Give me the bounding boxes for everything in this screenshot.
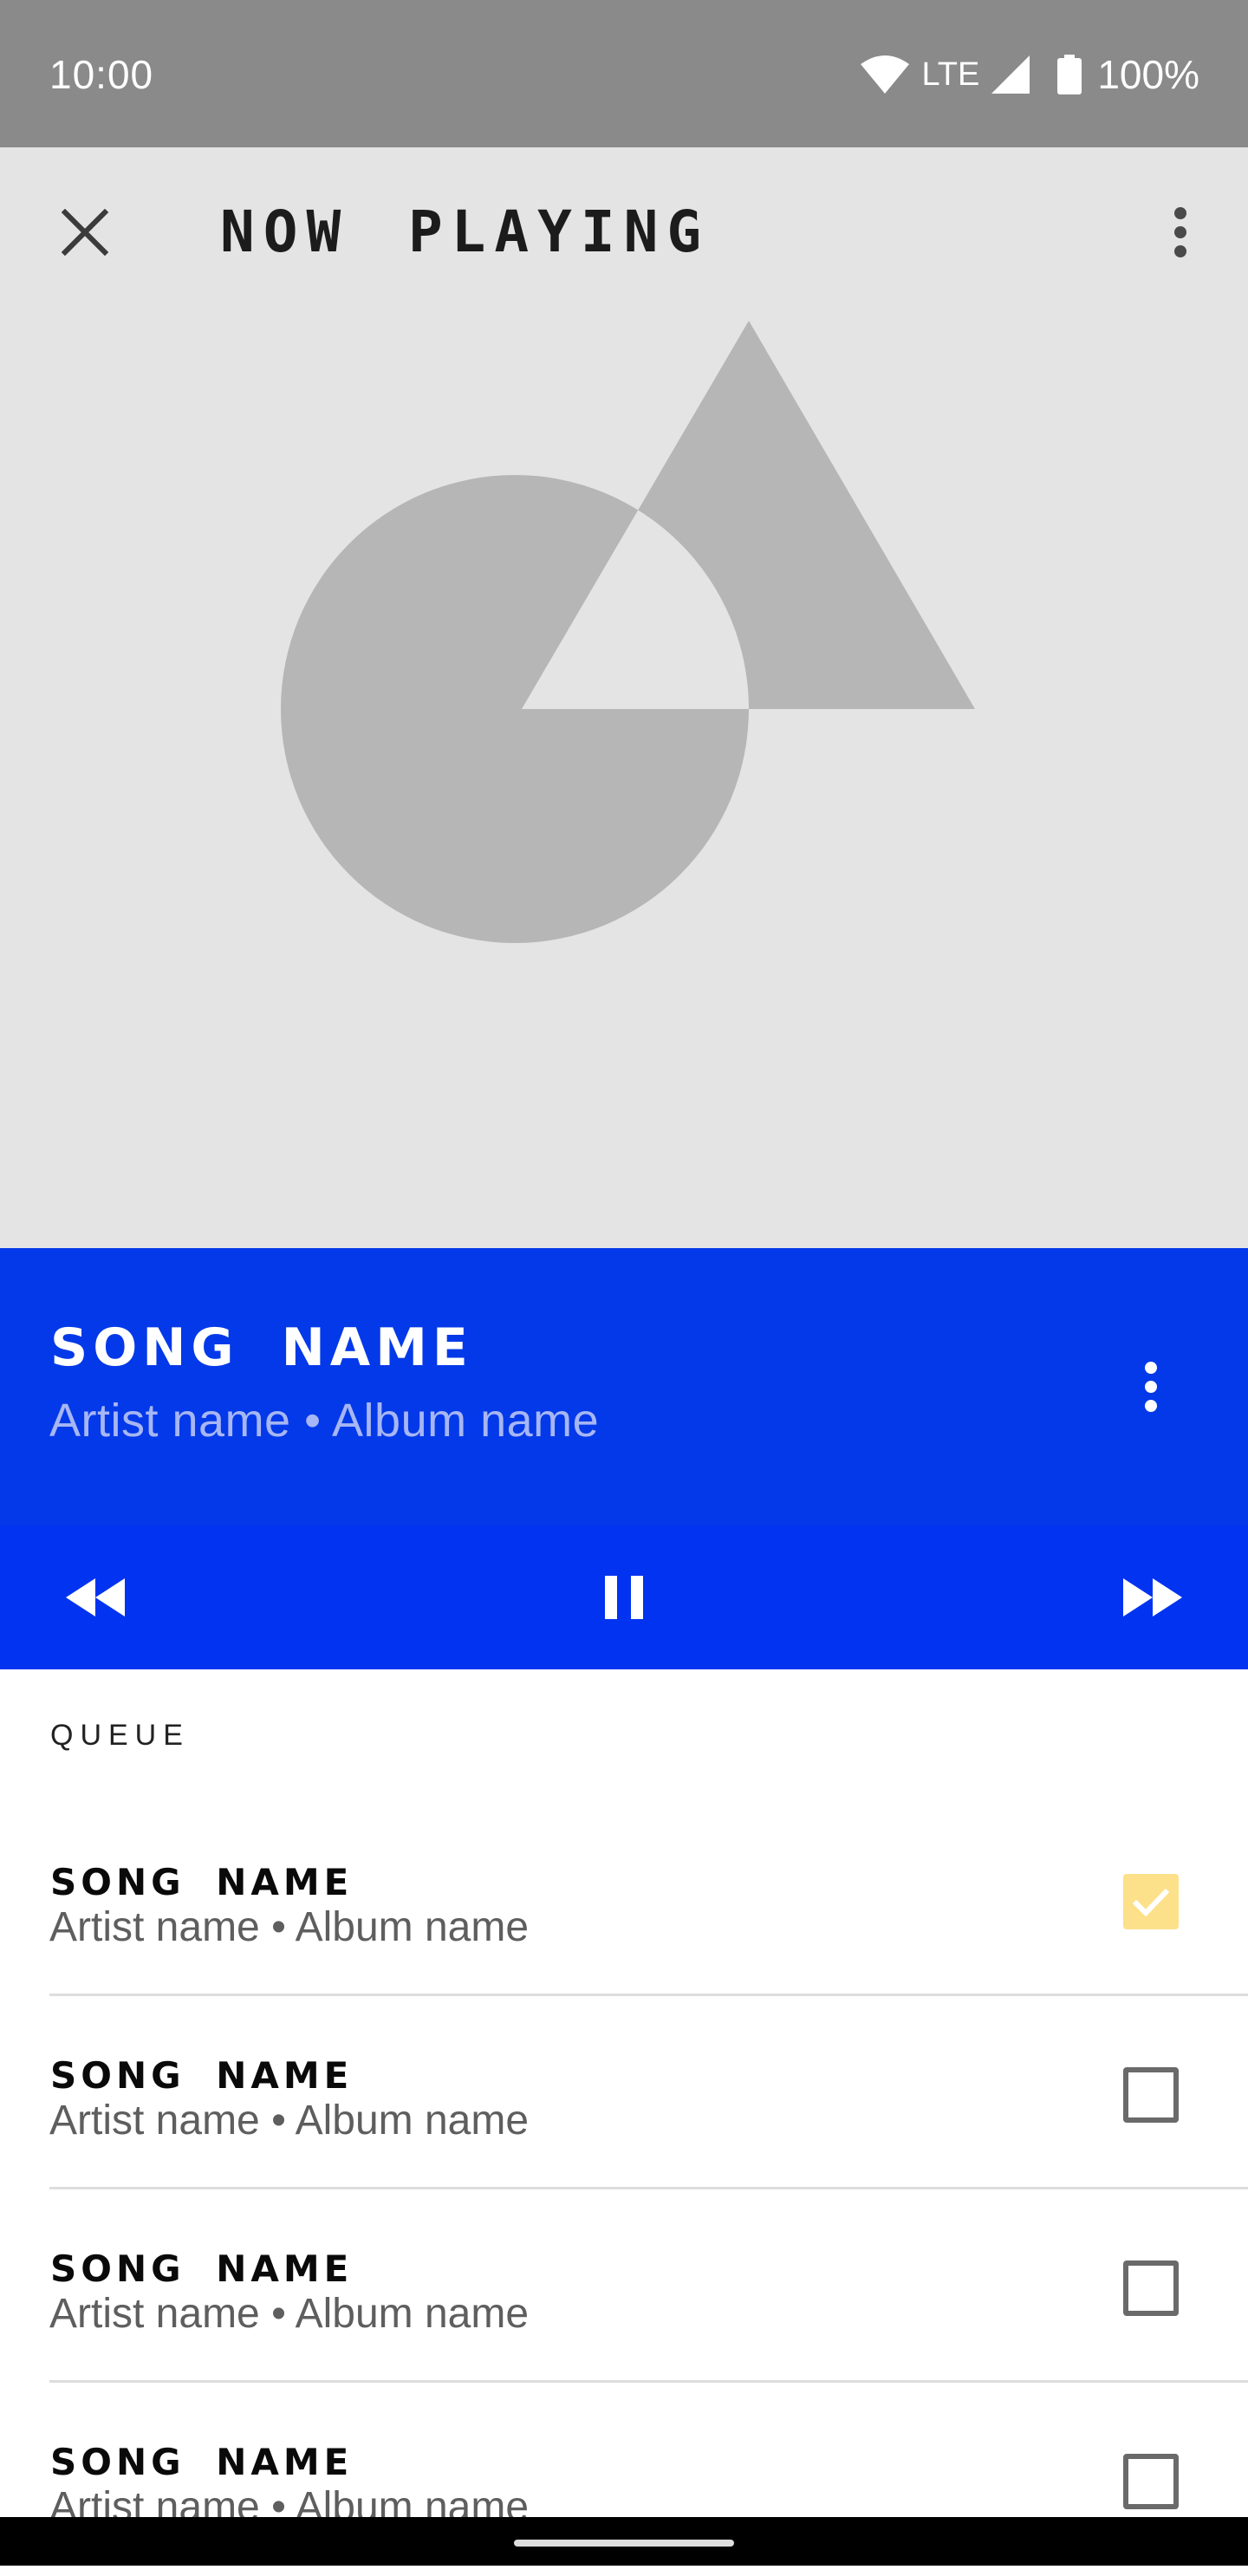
queue-item-checkbox[interactable] [1123,1874,1179,1929]
overflow-menu-button[interactable] [1146,198,1215,267]
check-icon [1132,1888,1170,1916]
more-vert-icon [1174,207,1186,257]
queue-item-title: SONG NAME [50,2441,354,2483]
wifi-icon [861,55,910,94]
queue-item-title: SONG NAME [50,2247,354,2290]
queue-item-subtitle: Artist name • Album name [49,2291,530,2337]
queue-item[interactable]: SONG NAME Artist name • Album name [0,2189,1248,2383]
queue-item-subtitle: Artist name • Album name [49,1904,530,1950]
home-gesture-handle[interactable] [514,2540,734,2547]
page-title: NOW PLAYING [220,198,711,265]
song-menu-button[interactable] [1116,1352,1186,1421]
song-subtitle: Artist name • Album name [49,1395,600,1447]
rewind-icon [66,1578,125,1617]
queue-item-checkbox[interactable] [1123,2454,1179,2509]
close-icon [62,209,108,256]
album-art-area [0,147,1248,1248]
queue-item-checkbox[interactable] [1123,2067,1179,2123]
album-art [281,321,975,943]
queue-list: SONG NAME Artist name • Album name SONG … [0,1803,1248,2576]
rewind-button[interactable] [52,1554,139,1641]
queue-item-subtitle: Artist name • Album name [49,2098,530,2143]
queue-item[interactable]: SONG NAME Artist name • Album name [0,1803,1248,1996]
queue-item[interactable]: SONG NAME Artist name • Album name [0,1996,1248,2189]
pause-icon [605,1576,643,1619]
pause-button[interactable] [581,1554,667,1641]
fast-forward-icon [1123,1578,1182,1617]
song-title: SONG NAME [50,1317,473,1378]
queue-item-title: SONG NAME [50,2054,354,2097]
now-playing-panel [0,1248,1248,1525]
status-icons: LTE 100% [861,49,1199,101]
network-type: LTE [921,56,980,93]
queue-item-title: SONG NAME [50,1861,354,1903]
fast-forward-button[interactable] [1109,1554,1196,1641]
battery-percent: 100% [1097,52,1199,97]
signal-icon [991,55,1030,94]
queue-header: QUEUE [50,1719,190,1752]
queue-item-checkbox[interactable] [1123,2261,1179,2316]
battery-icon [1057,55,1082,94]
status-bar: 10:00 LTE 100% [0,0,1248,147]
close-button[interactable] [50,198,120,267]
more-vert-icon [1145,1362,1157,1412]
status-time: 10:00 [49,52,154,97]
